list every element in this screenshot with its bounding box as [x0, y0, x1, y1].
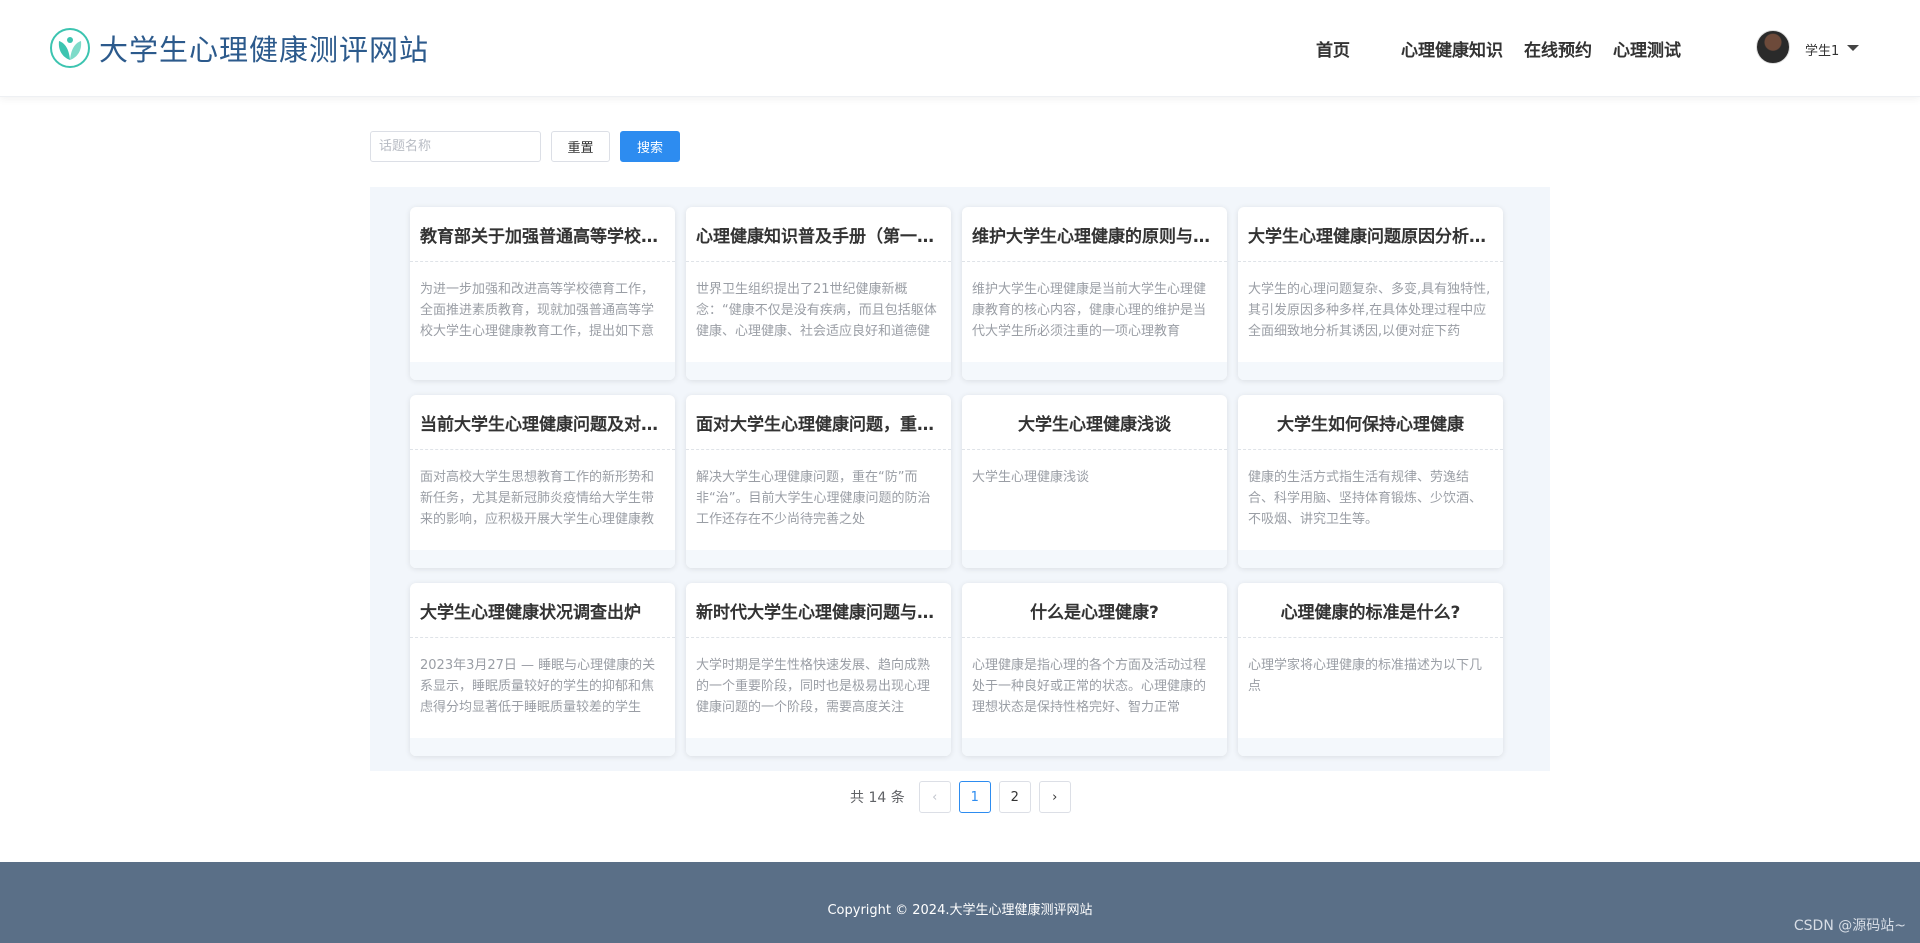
article-card[interactable]: 心理健康的标准是什么? 心理学家将心理健康的标准描述为以下几点 [1238, 583, 1503, 756]
card-footer [410, 362, 675, 380]
total-count: 共 14 条 [850, 790, 905, 806]
article-card[interactable]: 大学生如何保持心理健康 健康的生活方式指生活有规律、劳逸结合、科学用脑、坚持体育… [1238, 395, 1503, 568]
top-header: 大学生心理健康测评网站 首页 心理健康知识 在线预约 心理测试 学生1 [0, 0, 1920, 97]
avatar[interactable] [1756, 30, 1790, 64]
card-footer [962, 550, 1227, 568]
card-desc: 为进一步加强和改进高等学校德育工作，全面推进素质教育，现就加强普通高等学校大学生… [420, 282, 655, 339]
card-desc: 大学生的心理问题复杂、多变,具有独特性,其引发原因多种多样,在具体处理过程中应全… [1248, 282, 1491, 339]
nav-item-test[interactable]: 心理测试 [1613, 36, 1681, 61]
card-title: 维护大学生心理健康的原则与方法 [962, 207, 1227, 262]
article-card[interactable]: 心理健康知识普及手册（第一版） 世界卫生组织提出了21世纪健康新概念：“健康不仅… [686, 207, 951, 380]
nav-item-knowledge[interactable]: 心理健康知识 [1401, 36, 1503, 61]
article-card[interactable]: 面对大学生心理健康问题，重“防”而非“治” 解决大学生心理健康问题，重在“防”而… [686, 395, 951, 568]
user-name: 学生1 [1805, 43, 1840, 59]
logo-icon [50, 28, 90, 68]
footer: Copyright © 2024.大学生心理健康测评网站 CSDN @源码站~ [0, 862, 1920, 943]
article-grid: 教育部关于加强普通高等学校大学生心理健康教育工作的意见 为进一步加强和改进高等学… [370, 187, 1550, 771]
card-desc: 健康的生活方式指生活有规律、劳逸结合、科学用脑、坚持体育锻炼、少饮酒、不吸烟、讲… [1248, 470, 1483, 527]
card-title: 面对大学生心理健康问题，重“防”而非“治” [686, 395, 951, 450]
card-title: 心理健康的标准是什么? [1238, 583, 1503, 638]
article-card[interactable]: 新时代大学生心理健康问题与对策 大学时期是学生性格快速发展、趋向成熟的一个重要阶… [686, 583, 951, 756]
page-2-button[interactable]: 2 [998, 781, 1031, 813]
card-footer [962, 738, 1227, 756]
article-card[interactable]: 维护大学生心理健康的原则与方法 维护大学生心理健康是当前大学生心理健康教育的核心… [962, 207, 1227, 380]
article-card[interactable]: 大学生心理健康状况调查出炉 2023年3月27日 — 睡眠与心理健康的关系显示，… [410, 583, 675, 756]
card-title: 教育部关于加强普通高等学校大学生心理健康教育工作的意见 [410, 207, 675, 262]
card-footer [686, 738, 951, 756]
search-bar: 重置 搜索 [370, 131, 680, 162]
card-desc: 大学时期是学生性格快速发展、趋向成熟的一个重要阶段，同时也是极易出现心理健康问题… [696, 658, 931, 715]
card-footer [962, 362, 1227, 380]
card-title: 什么是心理健康? [962, 583, 1227, 638]
card-title: 心理健康知识普及手册（第一版） [686, 207, 951, 262]
watermark: CSDN @源码站~ [1793, 918, 1906, 934]
card-title: 新时代大学生心理健康问题与对策 [686, 583, 951, 638]
nav-item-appointment[interactable]: 在线预约 [1524, 36, 1592, 61]
card-footer [1238, 362, 1503, 380]
article-card[interactable]: 大学生心理健康问题原因分析及对策 大学生的心理问题复杂、多变,具有独特性,其引发… [1238, 207, 1503, 380]
site-title: 大学生心理健康测评网站 [99, 33, 430, 67]
pagination: 共 14 条 ‹ 1 2 › [850, 781, 1079, 813]
card-title: 大学生心理健康浅谈 [962, 395, 1227, 450]
caret-down-icon[interactable] [1847, 45, 1860, 51]
card-footer [686, 362, 951, 380]
card-title: 当前大学生心理健康问题及对策研究 [410, 395, 675, 450]
article-card[interactable]: 大学生心理健康浅谈 大学生心理健康浅谈 [962, 395, 1227, 568]
card-footer [1238, 738, 1503, 756]
card-footer [410, 550, 675, 568]
card-desc: 心理学家将心理健康的标准描述为以下几点 [1248, 658, 1483, 694]
card-title: 大学生心理健康状况调查出炉 [410, 583, 675, 638]
card-title: 大学生心理健康问题原因分析及对策 [1238, 207, 1503, 262]
card-desc: 2023年3月27日 — 睡眠与心理健康的关系显示，睡眠质量较好的学生的抑郁和焦… [420, 658, 656, 715]
card-desc: 大学生心理健康浅谈 [972, 470, 1090, 485]
user-menu[interactable]: 学生1 [1756, 30, 1860, 64]
prev-page-button[interactable]: ‹ [918, 781, 951, 813]
card-footer [410, 738, 675, 756]
article-card[interactable]: 教育部关于加强普通高等学校大学生心理健康教育工作的意见 为进一步加强和改进高等学… [410, 207, 675, 380]
page-1-button[interactable]: 1 [958, 781, 991, 813]
reset-button[interactable]: 重置 [551, 131, 610, 162]
card-desc: 心理健康是指心理的各个方面及活动过程处于一种良好或正常的状态。心理健康的理想状态… [972, 658, 1207, 715]
next-page-button[interactable]: › [1038, 781, 1071, 813]
card-desc: 面对高校大学生思想教育工作的新形势和新任务，尤其是新冠肺炎疫情给大学生带来的影响… [420, 470, 655, 527]
card-title: 大学生如何保持心理健康 [1238, 395, 1503, 450]
card-desc: 世界卫生组织提出了21世纪健康新概念：“健康不仅是没有疾病，而且包括躯体健康、心… [696, 282, 937, 339]
card-desc: 解决大学生心理健康问题，重在“防”而非“治”。目前大学生心理健康问题的防治工作还… [696, 470, 931, 527]
article-card[interactable]: 当前大学生心理健康问题及对策研究 面对高校大学生思想教育工作的新形势和新任务，尤… [410, 395, 675, 568]
card-footer [1238, 550, 1503, 568]
card-footer [686, 550, 951, 568]
copyright-text: Copyright © 2024.大学生心理健康测评网站 [827, 903, 1093, 918]
card-desc: 维护大学生心理健康是当前大学生心理健康教育的核心内容，健康心理的维护是当代大学生… [972, 282, 1207, 339]
logo-link[interactable]: 大学生心理健康测评网站 [49, 27, 429, 69]
search-button[interactable]: 搜索 [620, 131, 680, 162]
nav-item-home[interactable]: 首页 [1316, 36, 1350, 61]
topic-search-input[interactable] [370, 131, 541, 162]
article-card[interactable]: 什么是心理健康? 心理健康是指心理的各个方面及活动过程处于一种良好或正常的状态。… [962, 583, 1227, 756]
